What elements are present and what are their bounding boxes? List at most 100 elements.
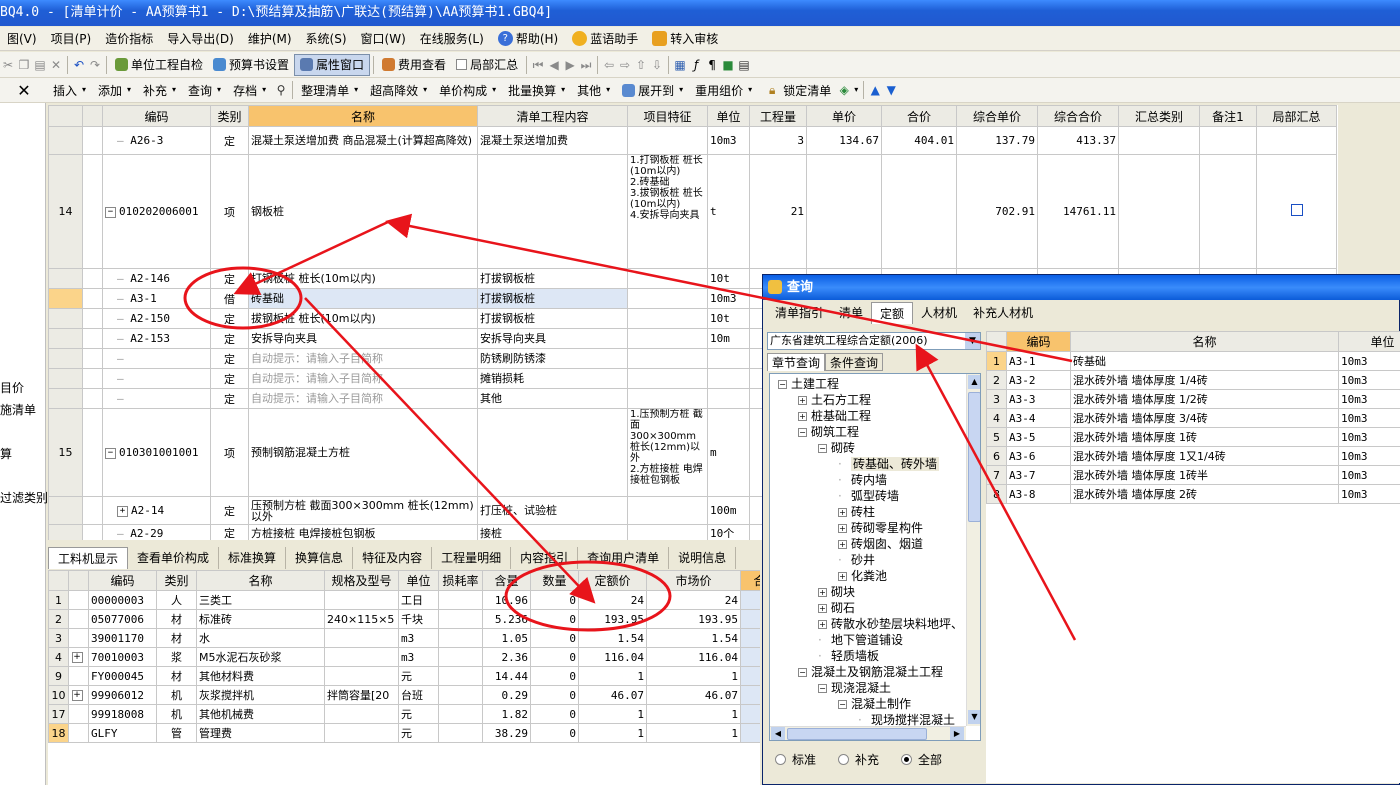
- cell-qty[interactable]: 0: [530, 609, 579, 629]
- cell-content[interactable]: 混凝土泵送增加费: [477, 126, 628, 155]
- cell-qty[interactable]: 0: [530, 647, 579, 667]
- tree-node[interactable]: · 砖基础、砖外墙: [838, 456, 940, 472]
- cell-content[interactable]: 14.44: [482, 666, 531, 686]
- col-header-utotal[interactable]: 综合合价: [1037, 105, 1119, 127]
- cell-name[interactable]: 混水砖外墙 墙体厚度 1/2砖: [1070, 389, 1339, 409]
- left-item[interactable]: 算: [0, 445, 12, 462]
- cell-unit[interactable]: 10t: [707, 268, 750, 289]
- table-row[interactable]: — A26-3 定混凝土泵送增加费 商品混凝土(计算超高降效) 混凝土泵送增加费 10…: [48, 126, 1337, 155]
- arrow-down-icon[interactable]: ⇩: [649, 57, 665, 73]
- cell-price[interactable]: 134.67: [806, 126, 882, 155]
- cell-unit[interactable]: 10m3: [707, 126, 750, 155]
- cell-name[interactable]: 水: [196, 628, 325, 648]
- property-window-button[interactable]: 属性窗口: [294, 53, 371, 76]
- tab-supplement-lmm[interactable]: 补充人材机: [965, 302, 1041, 324]
- cell-unit-total[interactable]: 14761.11: [1037, 154, 1119, 269]
- cell-loss[interactable]: [438, 723, 483, 743]
- cell-unit[interactable]: 元: [398, 723, 439, 743]
- cell-unit[interactable]: 千块: [398, 609, 439, 629]
- arrow-up-icon[interactable]: ⇧: [633, 57, 649, 73]
- cell-code[interactable]: A3-8: [1006, 484, 1071, 504]
- cell-loss[interactable]: [438, 590, 483, 610]
- table-row[interactable]: 5 A3-5 混水砖外墙 墙体厚度 1砖 10m3: [986, 427, 1400, 447]
- cell-type[interactable]: 定: [210, 328, 249, 349]
- col-header-code[interactable]: 编码: [102, 105, 211, 127]
- tree-node[interactable]: − 砌筑工程: [798, 424, 859, 440]
- cell-name[interactable]: 混水砖外墙 墙体厚度 1又1/4砖: [1070, 446, 1339, 466]
- col-header-qty[interactable]: 数量: [530, 570, 579, 591]
- menu-view[interactable]: 图(V): [0, 27, 44, 51]
- cell-code[interactable]: 70010003: [88, 647, 157, 667]
- tab-conversion-info[interactable]: 换算信息: [286, 547, 354, 569]
- expand-cell[interactable]: +: [68, 685, 89, 705]
- binoculars-icon[interactable]: ⚲: [273, 82, 289, 98]
- cut-icon[interactable]: ✂: [0, 57, 16, 73]
- tab-list-guide[interactable]: 清单指引: [767, 302, 831, 324]
- cell-type[interactable]: 定: [210, 308, 249, 329]
- cell-name[interactable]: 砖基础: [248, 288, 478, 309]
- cell-name[interactable]: 安拆导向夹具: [248, 328, 478, 349]
- col-header-code[interactable]: 编码: [88, 570, 157, 591]
- cell-spec[interactable]: 240×115×5: [324, 609, 399, 629]
- cell-quota-price[interactable]: 193.95: [578, 609, 647, 629]
- cell-content[interactable]: 0.29: [482, 685, 531, 705]
- cell-market-price[interactable]: 24: [646, 590, 741, 610]
- move-up-icon[interactable]: ▲: [867, 82, 883, 98]
- table-row[interactable]: 4 A3-4 混水砖外墙 墙体厚度 3/4砖 10m3: [986, 408, 1400, 428]
- cell-content[interactable]: 打拔钢板桩: [477, 308, 628, 329]
- cell-feature[interactable]: [627, 328, 708, 349]
- cell-feature[interactable]: [627, 524, 708, 540]
- cell-name[interactable]: 三类工: [196, 590, 325, 610]
- col-header-market-price[interactable]: 市场价: [646, 570, 741, 591]
- tab-material-display[interactable]: 工料机显示: [48, 547, 129, 569]
- cell-unit[interactable]: 元: [398, 666, 439, 686]
- cell-name[interactable]: 管理费: [196, 723, 325, 743]
- cell-feature[interactable]: [627, 268, 708, 289]
- expand-cell[interactable]: [68, 704, 89, 724]
- cell-market-price[interactable]: 46.07: [646, 685, 741, 705]
- next-icon[interactable]: ▶: [562, 57, 578, 73]
- cell-unit[interactable]: [707, 368, 750, 389]
- radio-all[interactable]: 全部: [901, 751, 942, 768]
- row-number[interactable]: 7: [986, 465, 1007, 485]
- col-header-partial[interactable]: 局部汇总: [1256, 105, 1337, 127]
- table-row[interactable]: 7 A3-7 混水砖外墙 墙体厚度 1砖半 10m3: [986, 465, 1400, 485]
- cell-total[interactable]: [740, 666, 760, 686]
- tree-node[interactable]: − 砌砖: [818, 440, 855, 456]
- cell-total[interactable]: [740, 704, 760, 724]
- cell-unit-price[interactable]: 137.79: [956, 126, 1038, 155]
- cell-code[interactable]: A3-4: [1006, 408, 1071, 428]
- tab-content-guide[interactable]: 内容指引: [511, 547, 579, 569]
- row-number[interactable]: 4: [986, 408, 1007, 428]
- cell-unit-total[interactable]: 413.37: [1037, 126, 1119, 155]
- tree-node[interactable]: + 砖砌零星构件: [838, 520, 923, 536]
- table-row[interactable]: 3 A3-3 混水砖外墙 墙体厚度 1/2砖 10m3: [986, 389, 1400, 409]
- prev-icon[interactable]: ◀: [546, 57, 562, 73]
- supplement-button[interactable]: 补充 ▾: [138, 79, 183, 101]
- cell-code[interactable]: GLFY: [88, 723, 157, 743]
- cell-type[interactable]: 材: [156, 609, 197, 629]
- cell-spec[interactable]: 拌筒容量[20: [324, 685, 399, 705]
- expand-icon[interactable]: +: [818, 588, 827, 597]
- cell-content[interactable]: 10.96: [482, 590, 531, 610]
- cell-code[interactable]: — A2-146: [102, 268, 211, 289]
- row-number[interactable]: [48, 268, 83, 289]
- close-icon[interactable]: ✕: [0, 81, 48, 100]
- cell-remark[interactable]: [1199, 126, 1257, 155]
- cell-code[interactable]: A3-5: [1006, 427, 1071, 447]
- cell-quota-price[interactable]: 1: [578, 666, 647, 686]
- cell-unit[interactable]: 10m3: [1338, 427, 1400, 447]
- cell-total[interactable]: 404.01: [881, 126, 957, 155]
- cell-unit[interactable]: 10m3: [1338, 389, 1400, 409]
- cell-code[interactable]: 00000003: [88, 590, 157, 610]
- row-number[interactable]: 4: [48, 647, 69, 667]
- cell-unit[interactable]: 10m3: [1338, 351, 1400, 371]
- col-header-type[interactable]: 类别: [156, 570, 197, 591]
- scroll-thumb[interactable]: [787, 728, 927, 740]
- cell-feature[interactable]: [627, 388, 708, 409]
- cell-unit[interactable]: 10m3: [1338, 370, 1400, 390]
- cell-spec[interactable]: [324, 628, 399, 648]
- cell-unit[interactable]: 元: [398, 704, 439, 724]
- budget-settings-button[interactable]: 预算书设置: [208, 54, 294, 76]
- cell-unit[interactable]: 10t: [707, 308, 750, 329]
